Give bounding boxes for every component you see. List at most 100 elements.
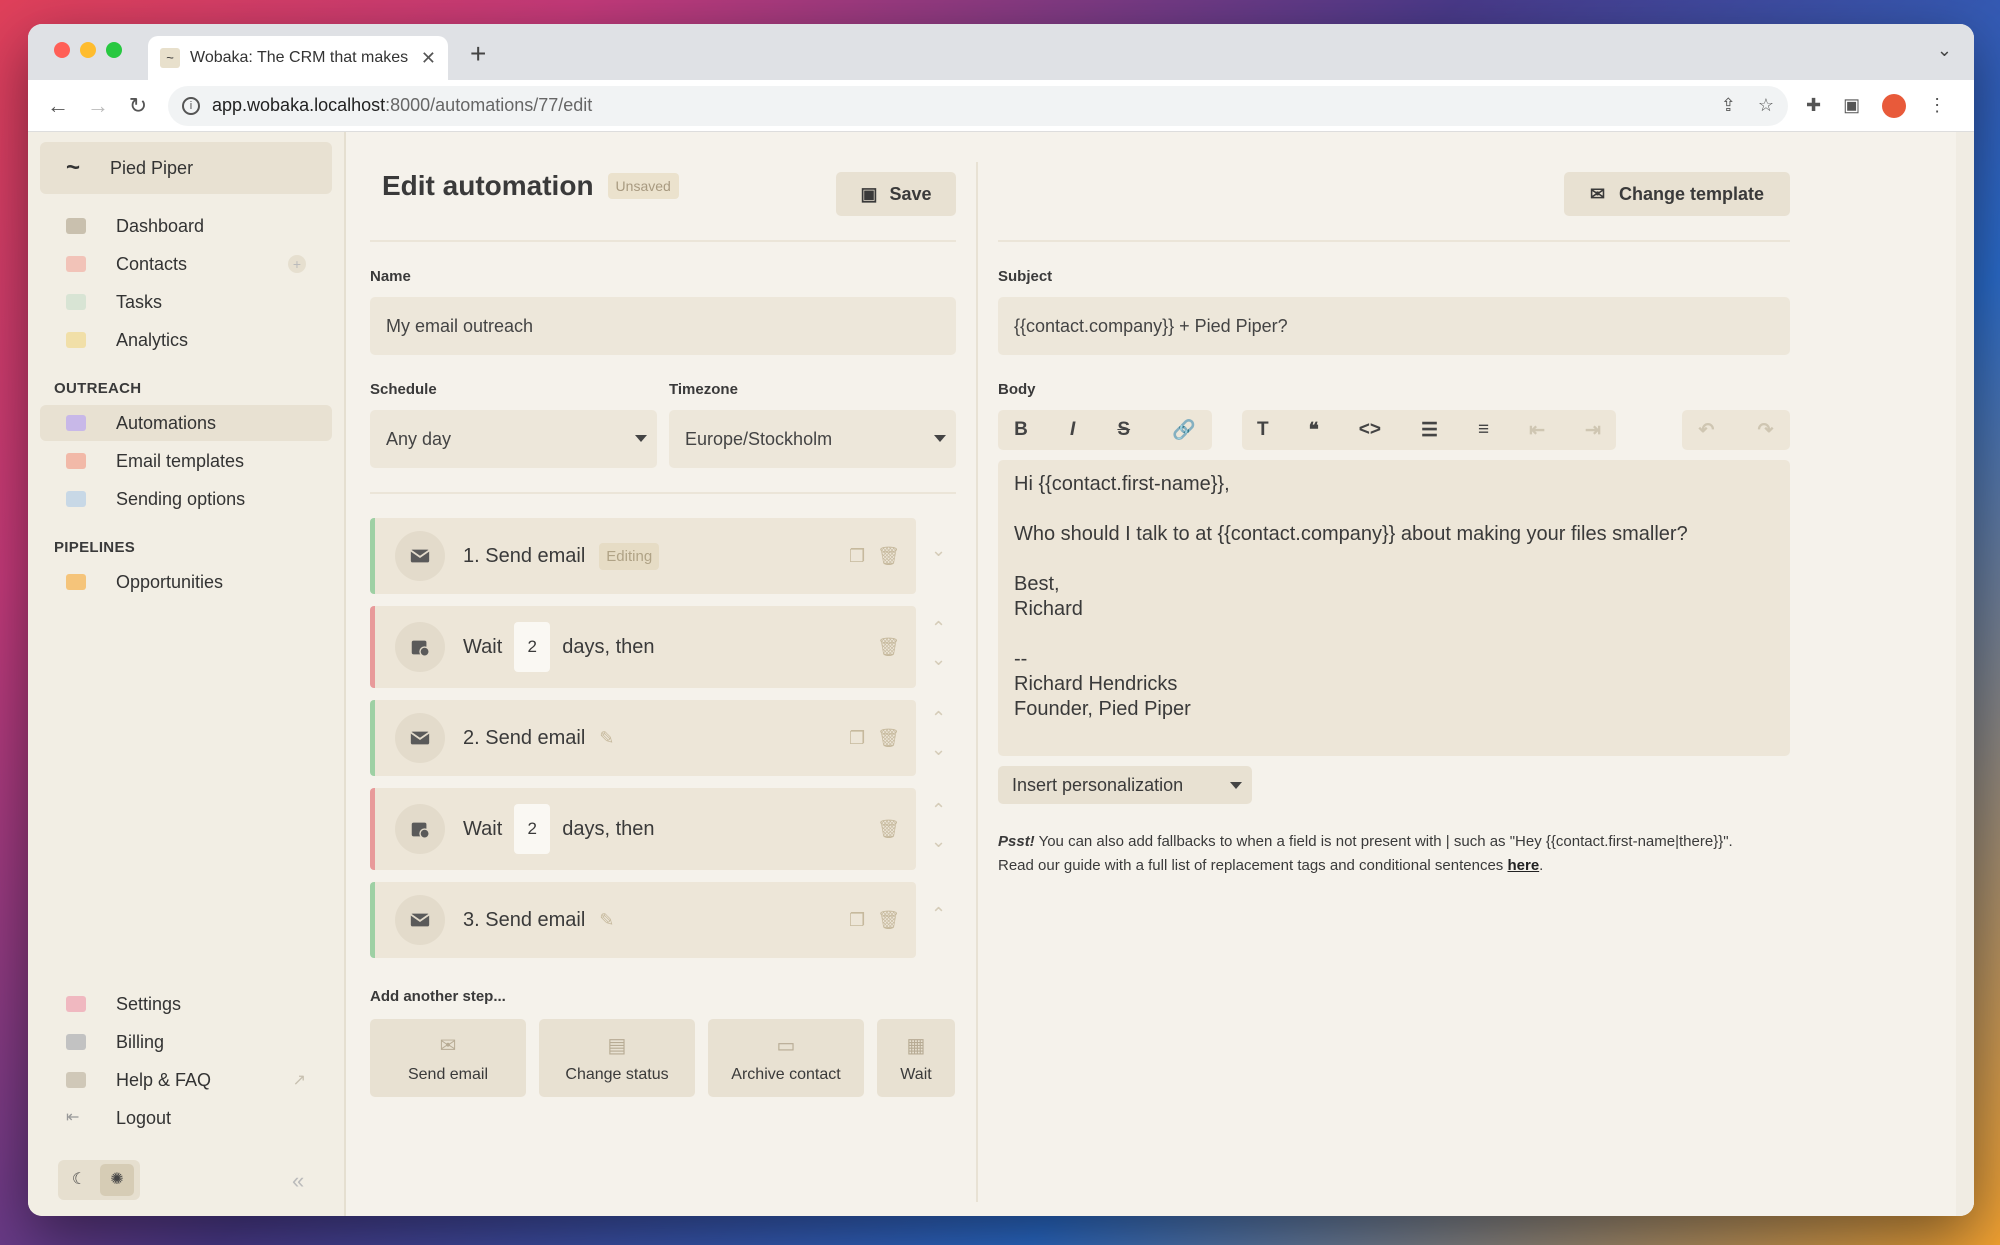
chevron-down-icon[interactable]: ⌄ <box>931 649 946 670</box>
timezone-label: Timezone <box>669 381 738 398</box>
add-wait-button[interactable]: ▦ Wait <box>877 1019 955 1097</box>
new-tab-button[interactable]: + <box>470 38 486 70</box>
step-wait-1[interactable]: Wait 2 days, then 🗑 ⌃ ⌄ <box>370 606 946 688</box>
chevron-up-icon[interactable]: ⌃ <box>931 904 946 925</box>
minimize-window-button[interactable] <box>80 42 96 58</box>
sidebar-item-logout[interactable]: ⇤ Logout <box>40 1100 332 1136</box>
chevron-up-icon[interactable]: ⌃ <box>931 800 946 821</box>
theme-toggle[interactable]: ☾ ✺ <box>58 1160 140 1200</box>
url-bar[interactable]: i app.wobaka.localhost :8000/automations… <box>168 85 1788 126</box>
step-send-email-3[interactable]: 3. Send email ✎ ❐ 🗑 ⌃ <box>370 882 946 958</box>
sun-icon[interactable]: ✺ <box>100 1164 134 1196</box>
redo-icon[interactable]: ↷ <box>1758 419 1774 442</box>
save-button[interactable]: ▣ Save <box>836 172 956 216</box>
bullet-list-icon[interactable]: ☰ <box>1421 419 1438 442</box>
sidebar-item-help[interactable]: Help & FAQ ↗ <box>40 1062 332 1098</box>
name-input[interactable]: My email outreach <box>370 297 956 355</box>
add-send-email-button[interactable]: ✉ Send email <box>370 1019 526 1097</box>
sidebar-item-billing[interactable]: Billing <box>40 1024 332 1060</box>
tab-menu-icon[interactable]: ⌄ <box>1937 40 1952 61</box>
add-contact-icon[interactable]: + <box>288 255 306 273</box>
pipelines-section-title: PIPELINES <box>54 539 136 556</box>
maximize-window-button[interactable] <box>106 42 122 58</box>
steps-list: 1. Send email Editing ❐ 🗑 ⌄ Wait 2 days,… <box>370 518 956 958</box>
outdent-icon[interactable]: ⇤ <box>1529 419 1545 442</box>
add-change-status-button[interactable]: ▤ Change status <box>539 1019 695 1097</box>
schedule-select[interactable]: Any day <box>370 410 657 468</box>
envelope-icon <box>395 713 445 763</box>
trash-icon[interactable]: 🗑 <box>877 728 900 749</box>
browser-menu-icon[interactable]: ⋮ <box>1928 95 1946 116</box>
sidebar-item-contacts[interactable]: Contacts + <box>40 246 332 282</box>
edit-icon[interactable]: ✎ <box>599 910 614 931</box>
bold-icon[interactable]: B <box>1014 419 1028 441</box>
italic-icon[interactable]: I <box>1070 419 1075 441</box>
chevron-down-icon[interactable]: ⌄ <box>931 831 946 852</box>
body-editor[interactable]: Hi {{contact.first-name}}, Who should I … <box>998 460 1790 756</box>
change-template-label: Change template <box>1619 183 1765 204</box>
contact-card-icon <box>66 256 86 272</box>
scrollbar[interactable] <box>1956 132 1974 1216</box>
duplicate-icon[interactable]: ❐ <box>849 728 865 749</box>
numbered-list-icon[interactable]: ≡ <box>1478 419 1489 441</box>
share-icon[interactable]: ⇪ <box>1721 95 1736 116</box>
chevron-up-icon[interactable]: ⌃ <box>931 618 946 639</box>
duplicate-icon[interactable]: ❐ <box>849 546 865 567</box>
moon-icon[interactable]: ☾ <box>62 1164 96 1196</box>
forward-icon[interactable]: → <box>78 93 118 119</box>
sidebar-item-dashboard[interactable]: Dashboard <box>40 208 332 244</box>
step-send-email-1[interactable]: 1. Send email Editing ❐ 🗑 ⌄ <box>370 518 946 594</box>
wait-days-input[interactable]: 2 <box>514 622 551 672</box>
heading-icon[interactable]: T <box>1257 419 1269 441</box>
code-icon[interactable]: <> <box>1359 419 1381 441</box>
reorder-arrows: ⌃ ⌄ <box>931 800 946 852</box>
sidebar-item-automations[interactable]: Automations <box>40 405 332 441</box>
org-switcher[interactable]: ~ Pied Piper <box>40 142 332 194</box>
strikethrough-icon[interactable]: S <box>1117 419 1130 441</box>
reload-icon[interactable]: ↻ <box>118 93 158 119</box>
add-archive-contact-button[interactable]: ▭ Archive contact <box>708 1019 864 1097</box>
chevron-down-icon[interactable]: ⌄ <box>931 739 946 760</box>
add-step-title: Add another step... <box>370 988 506 1005</box>
chevron-down-icon[interactable]: ⌄ <box>931 540 946 561</box>
editor-header: Edit automation Unsaved ▣ Save <box>370 132 956 242</box>
insert-personalization-select[interactable]: Insert personalization <box>998 766 1252 804</box>
close-tab-icon[interactable]: ✕ <box>421 48 436 69</box>
wait-prefix: Wait <box>463 635 503 658</box>
timezone-select[interactable]: Europe/Stockholm <box>669 410 956 468</box>
back-icon[interactable]: ← <box>38 93 78 119</box>
sidebar-item-email-templates[interactable]: Email templates <box>40 443 332 479</box>
sidebar-item-opportunities[interactable]: Opportunities <box>40 564 332 600</box>
edit-icon[interactable]: ✎ <box>599 728 614 749</box>
chevron-up-icon[interactable]: ⌃ <box>931 708 946 729</box>
undo-icon[interactable]: ↶ <box>1699 419 1715 442</box>
change-template-button[interactable]: ✉ Change template <box>1564 172 1790 216</box>
sidebar-item-settings[interactable]: Settings <box>40 986 332 1022</box>
trash-icon[interactable]: 🗑 <box>877 910 900 931</box>
divider <box>370 492 956 494</box>
guide-link[interactable]: here <box>1507 857 1539 874</box>
note-psst: Psst! <box>998 833 1035 850</box>
trash-icon[interactable]: 🗑 <box>877 637 900 658</box>
sidebar-item-sending-options[interactable]: Sending options <box>40 481 332 517</box>
bookmark-star-icon[interactable]: ☆ <box>1758 95 1774 116</box>
quote-icon[interactable]: ❝ <box>1309 419 1319 442</box>
wait-days-input[interactable]: 2 <box>514 804 551 854</box>
profile-avatar[interactable] <box>1882 93 1907 118</box>
indent-icon[interactable]: ⇥ <box>1585 419 1601 442</box>
sidebar-item-tasks[interactable]: Tasks <box>40 284 332 320</box>
extensions-icon[interactable]: ✚ <box>1806 95 1821 116</box>
duplicate-icon[interactable]: ❐ <box>849 910 865 931</box>
close-window-button[interactable] <box>54 42 70 58</box>
side-panel-icon[interactable]: ▣ <box>1843 95 1860 116</box>
trash-icon[interactable]: 🗑 <box>877 546 900 567</box>
sidebar-item-analytics[interactable]: Analytics <box>40 322 332 358</box>
step-send-email-2[interactable]: 2. Send email ✎ ❐ 🗑 ⌃ ⌄ <box>370 700 946 776</box>
trash-icon[interactable]: 🗑 <box>877 819 900 840</box>
step-wait-2[interactable]: Wait 2 days, then 🗑 ⌃ ⌄ <box>370 788 946 870</box>
collapse-sidebar-icon[interactable]: « <box>292 1168 304 1194</box>
site-info-icon[interactable]: i <box>182 96 200 115</box>
subject-input[interactable]: {{contact.company}} + Pied Piper? <box>998 297 1790 355</box>
link-icon[interactable]: 🔗 <box>1172 418 1196 442</box>
browser-tab[interactable]: ~ Wobaka: The CRM that makes ✕ <box>148 36 448 80</box>
